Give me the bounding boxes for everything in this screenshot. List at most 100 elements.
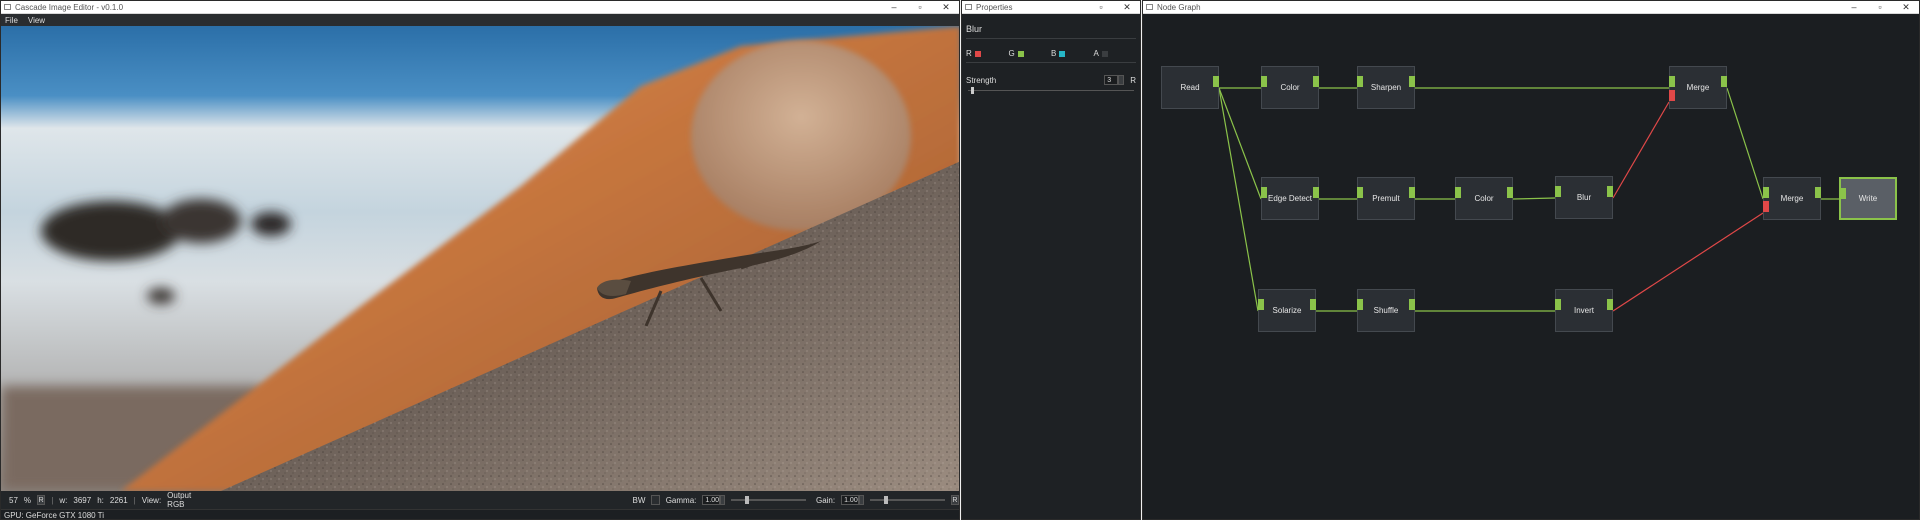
output-port[interactable] <box>1815 187 1821 198</box>
node-label: Read <box>1180 83 1200 92</box>
input-port[interactable] <box>1357 299 1363 310</box>
gain-label: Gain: <box>815 495 836 505</box>
node-label: Shuffle <box>1373 306 1399 315</box>
node-write[interactable]: Write <box>1839 177 1897 220</box>
view-value[interactable]: Output RGB <box>167 491 201 509</box>
input-port-b[interactable] <box>1669 90 1675 101</box>
output-port[interactable] <box>1607 299 1613 310</box>
image-viewport[interactable] <box>1 26 959 491</box>
gain-slider-handle[interactable] <box>883 496 888 504</box>
bw-checkbox[interactable] <box>651 495 660 505</box>
node-merge-2[interactable]: Merge <box>1763 177 1821 220</box>
gamma-input[interactable]: 1.00 <box>702 495 720 505</box>
channel-b-checkbox[interactable] <box>1059 50 1066 57</box>
input-port[interactable] <box>1840 188 1846 199</box>
gamma-spin-arrows[interactable] <box>719 495 726 505</box>
strength-spin-arrows[interactable] <box>1118 75 1125 85</box>
channel-r-label: R <box>966 49 972 58</box>
node-blur[interactable]: Blur <box>1555 176 1613 219</box>
input-port[interactable] <box>1261 187 1267 198</box>
output-port[interactable] <box>1310 299 1316 310</box>
menu-view[interactable]: View <box>28 16 45 25</box>
input-port[interactable] <box>1357 76 1363 87</box>
input-port[interactable] <box>1555 186 1561 197</box>
node-read[interactable]: Read <box>1161 66 1219 109</box>
node-solarize[interactable]: Solarize <box>1258 289 1316 332</box>
gamma-slider-handle[interactable] <box>744 496 749 504</box>
strength-reset-button[interactable]: R <box>1130 76 1136 85</box>
gain-reset-button[interactable]: R <box>950 495 959 505</box>
node-edge-detect[interactable]: Edge Detect <box>1261 177 1319 220</box>
output-port[interactable] <box>1409 187 1415 198</box>
input-port[interactable] <box>1555 299 1561 310</box>
gain-slider[interactable] <box>869 495 945 505</box>
node-color-2[interactable]: Color <box>1455 177 1513 220</box>
node-premult[interactable]: Premult <box>1357 177 1415 220</box>
restore-icon[interactable]: ▫ <box>1088 1 1114 14</box>
channel-a-checkbox[interactable] <box>1101 50 1108 57</box>
input-port-b[interactable] <box>1763 201 1769 212</box>
node-graph-title: Node Graph <box>1157 2 1201 12</box>
node-label: Color <box>1474 194 1494 203</box>
input-port[interactable] <box>1261 76 1267 87</box>
strength-slider[interactable] <box>966 87 1136 95</box>
edge-read-solarize <box>1218 87 1259 312</box>
output-port[interactable] <box>1313 76 1319 87</box>
input-port[interactable] <box>1455 187 1461 198</box>
node-invert[interactable]: Invert <box>1555 289 1613 332</box>
channel-g-label: G <box>1008 49 1015 58</box>
gamma-slider[interactable] <box>731 495 806 505</box>
channel-a-label: A <box>1093 49 1099 58</box>
edge-merge-merge <box>1726 87 1764 200</box>
node-label: Invert <box>1573 306 1594 315</box>
minimize-icon[interactable]: – <box>881 1 907 14</box>
node-label: Edge Detect <box>1267 194 1313 203</box>
output-port[interactable] <box>1313 187 1319 198</box>
properties-title: Properties <box>976 2 1013 12</box>
channel-g-checkbox[interactable] <box>1017 50 1024 57</box>
minimize-icon[interactable]: – <box>1841 1 1867 14</box>
node-title: Blur <box>966 24 983 34</box>
node-shuffle[interactable]: Shuffle <box>1357 289 1415 332</box>
viewer-window: Cascade Image Editor - v0.1.0 – ▫ ✕ File… <box>0 0 960 520</box>
channel-r-checkbox[interactable] <box>974 50 981 57</box>
edge-color-blur <box>1512 197 1556 200</box>
node-graph-canvas[interactable]: Read Color Sharpen Merge Edge Detect Pre… <box>1143 14 1919 519</box>
viewer-title: Cascade Image Editor - v0.1.0 <box>15 2 124 12</box>
menu-file[interactable]: File <box>5 16 18 25</box>
input-port[interactable] <box>1258 299 1264 310</box>
close-icon[interactable]: ✕ <box>1114 1 1140 14</box>
node-graph-titlebar: Node Graph – ▫ ✕ <box>1143 1 1919 14</box>
gain-spin-arrows[interactable] <box>858 495 864 505</box>
view-label: View: <box>141 495 162 505</box>
input-port[interactable] <box>1357 187 1363 198</box>
node-label: Sharpen <box>1370 83 1402 92</box>
output-port[interactable] <box>1607 186 1613 197</box>
edge-invert-merge <box>1612 212 1764 312</box>
maximize-icon[interactable]: ▫ <box>1867 1 1893 14</box>
strength-slider-handle[interactable] <box>971 87 974 94</box>
height-label: h: <box>97 495 104 505</box>
zoom-reset-button[interactable]: R <box>37 495 46 505</box>
node-label: Solarize <box>1272 306 1302 315</box>
bw-label: BW <box>632 495 646 505</box>
input-port[interactable] <box>1669 76 1675 87</box>
gain-input[interactable]: 1.00 <box>841 495 859 505</box>
output-port[interactable] <box>1409 76 1415 87</box>
input-port[interactable] <box>1763 187 1769 198</box>
output-port[interactable] <box>1409 299 1415 310</box>
width-value: 3697 <box>73 495 92 505</box>
node-sharpen[interactable]: Sharpen <box>1357 66 1415 109</box>
output-port[interactable] <box>1507 187 1513 198</box>
output-port[interactable] <box>1213 76 1219 87</box>
node-label: Color <box>1280 83 1300 92</box>
output-port[interactable] <box>1721 76 1727 87</box>
zoom-unit: % <box>23 495 32 505</box>
panel-icon <box>965 4 972 10</box>
close-icon[interactable]: ✕ <box>1893 1 1919 14</box>
node-merge[interactable]: Merge <box>1669 66 1727 109</box>
node-color[interactable]: Color <box>1261 66 1319 109</box>
maximize-icon[interactable]: ▫ <box>907 1 933 14</box>
close-icon[interactable]: ✕ <box>933 1 959 14</box>
strength-input[interactable]: 3 <box>1104 75 1119 85</box>
